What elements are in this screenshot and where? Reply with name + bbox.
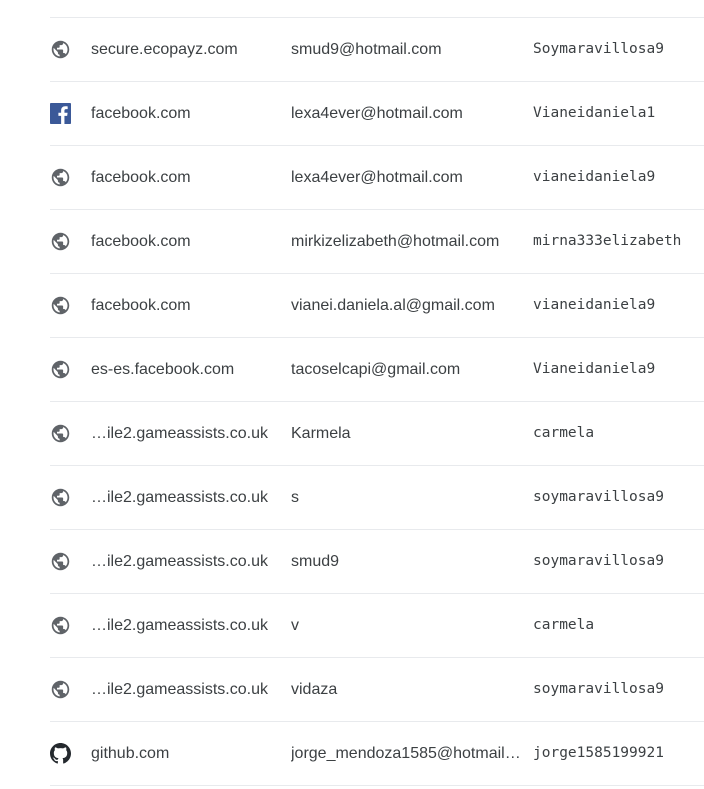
- globe-icon: [50, 423, 71, 444]
- password-row[interactable]: facebook.com lexa4ever@hotmail.com Viane…: [50, 82, 704, 146]
- password-row[interactable]: …ile2.gameassists.co.uk v carmela: [50, 594, 704, 658]
- saved-passwords-list: secure.ecopayz.com smud9@hotmail.com Soy…: [50, 17, 704, 786]
- site-name: facebook.com: [91, 233, 191, 250]
- password-row[interactable]: …ile2.gameassists.co.uk Karmela carmela: [50, 402, 704, 466]
- password-value: Vianeidaniela9: [533, 361, 656, 377]
- site-name: es-es.facebook.com: [91, 361, 235, 378]
- username: smud9: [291, 553, 340, 570]
- password-value: Vianeidaniela1: [533, 105, 656, 121]
- password-row[interactable]: facebook.com mirkizelizabeth@hotmail.com…: [50, 210, 704, 274]
- globe-icon: [50, 39, 71, 60]
- site-name: facebook.com: [91, 105, 191, 122]
- password-value: soymaravillosa9: [533, 553, 664, 569]
- username: vianei.daniela.al@gmail.com: [291, 297, 495, 314]
- username: v: [291, 617, 299, 634]
- password-value: vianeidaniela9: [533, 297, 656, 313]
- globe-icon: [50, 231, 71, 252]
- password-row[interactable]: secure.ecopayz.com smud9@hotmail.com Soy…: [50, 18, 704, 82]
- globe-icon: [50, 679, 71, 700]
- globe-icon: [50, 167, 71, 188]
- username: jorge_mendoza1585@hotmail.com: [291, 745, 521, 762]
- username: smud9@hotmail.com: [291, 41, 442, 58]
- globe-icon: [50, 551, 71, 572]
- site-name: …ile2.gameassists.co.uk: [91, 681, 268, 698]
- password-row[interactable]: …ile2.gameassists.co.uk vidaza soymaravi…: [50, 658, 704, 722]
- password-value: jorge1585199921: [533, 745, 664, 761]
- password-row[interactable]: facebook.com lexa4ever@hotmail.com viane…: [50, 146, 704, 210]
- username: Karmela: [291, 425, 351, 442]
- password-row[interactable]: facebook.com vianei.daniela.al@gmail.com…: [50, 274, 704, 338]
- password-value: soymaravillosa9: [533, 489, 664, 505]
- password-row[interactable]: github.com jorge_mendoza1585@hotmail.com…: [50, 722, 704, 786]
- site-name: …ile2.gameassists.co.uk: [91, 489, 268, 506]
- username: vidaza: [291, 681, 338, 698]
- globe-icon: [50, 487, 71, 508]
- password-row[interactable]: es-es.facebook.com tacoselcapi@gmail.com…: [50, 338, 704, 402]
- site-name: …ile2.gameassists.co.uk: [91, 617, 268, 634]
- username: tacoselcapi@gmail.com: [291, 361, 461, 378]
- facebook-icon: [50, 103, 71, 124]
- password-value: carmela: [533, 617, 595, 633]
- github-icon: [50, 743, 71, 764]
- username: s: [291, 489, 299, 506]
- password-value: carmela: [533, 425, 595, 441]
- password-value: Soymaravillosa9: [533, 41, 664, 57]
- site-name: secure.ecopayz.com: [91, 41, 238, 58]
- password-value: soymaravillosa9: [533, 681, 664, 697]
- site-name: …ile2.gameassists.co.uk: [91, 553, 268, 570]
- username: mirkizelizabeth@hotmail.com: [291, 233, 500, 250]
- globe-icon: [50, 295, 71, 316]
- site-name: …ile2.gameassists.co.uk: [91, 425, 268, 442]
- site-name: facebook.com: [91, 169, 191, 186]
- password-value: mirna333elizabeth: [533, 233, 682, 249]
- site-name: github.com: [91, 745, 170, 762]
- username: lexa4ever@hotmail.com: [291, 169, 463, 186]
- site-name: facebook.com: [91, 297, 191, 314]
- globe-icon: [50, 615, 71, 636]
- globe-icon: [50, 359, 71, 380]
- password-row[interactable]: …ile2.gameassists.co.uk smud9 soymaravil…: [50, 530, 704, 594]
- password-value: vianeidaniela9: [533, 169, 656, 185]
- username: lexa4ever@hotmail.com: [291, 105, 463, 122]
- password-row[interactable]: …ile2.gameassists.co.uk s soymaravillosa…: [50, 466, 704, 530]
